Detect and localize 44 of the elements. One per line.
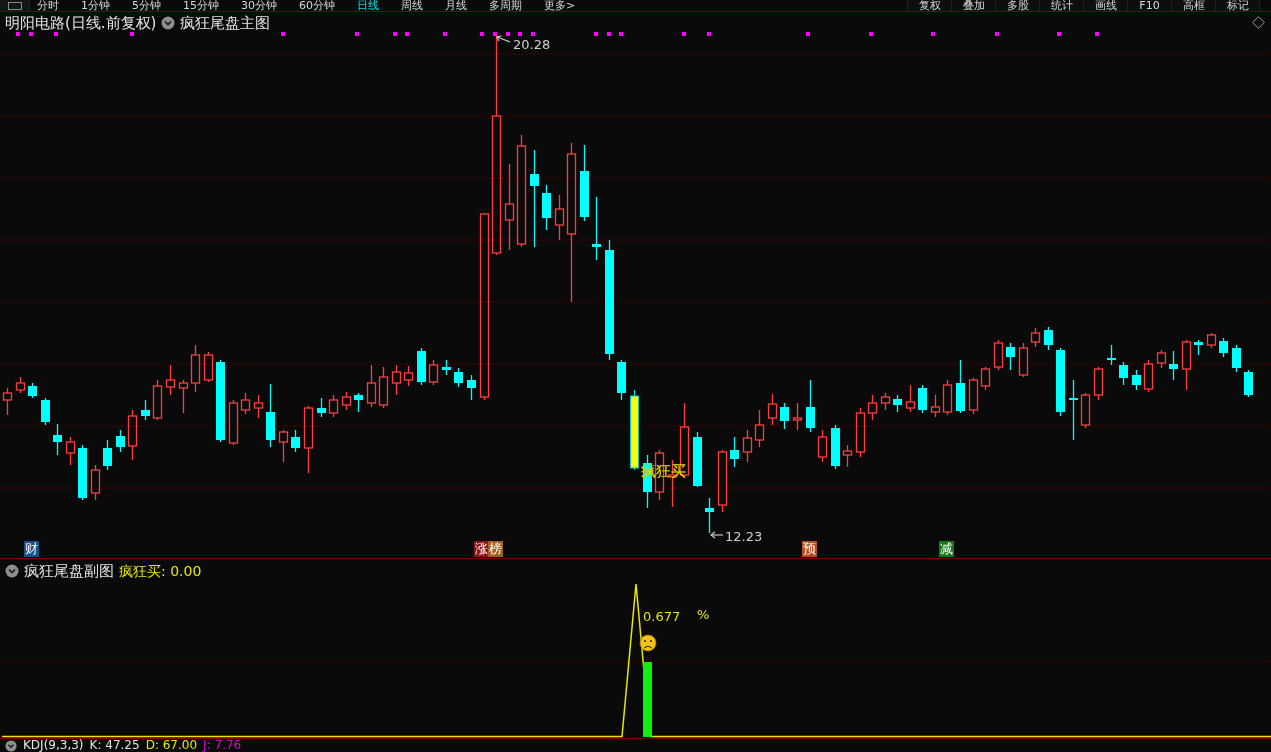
sad-face-icon — [639, 634, 657, 652]
indicator-value: J: 7.76 — [203, 739, 242, 752]
period-tab[interactable]: 15分钟 — [183, 0, 219, 11]
panel-toggle-button[interactable] — [0, 0, 30, 11]
event-tag[interactable]: 榜 — [488, 541, 503, 557]
indicator-value: K: 47.25 — [89, 739, 140, 752]
period-tab[interactable]: 分时 — [37, 0, 59, 11]
toolbar-button[interactable]: 统计 — [1039, 0, 1083, 11]
unit-label: % — [697, 607, 710, 622]
toolbar-button[interactable]: 叠加 — [951, 0, 995, 11]
value-label: 0.677 — [643, 609, 681, 624]
chart-title: 明阳电路(日线.前复权) — [5, 13, 157, 32]
low-price-label: 12.23 — [725, 529, 763, 544]
indicator-value: D: 67.00 — [145, 739, 198, 752]
toolbar-button[interactable]: 高框 — [1171, 0, 1215, 11]
window-icon — [7, 1, 22, 10]
toolbar-button[interactable]: 画线 — [1083, 0, 1127, 11]
period-tab[interactable]: 更多> — [544, 0, 576, 11]
event-tag[interactable]: 减 — [939, 541, 954, 557]
diamond-icon[interactable] — [1252, 16, 1265, 29]
period-tab[interactable]: 60分钟 — [299, 0, 335, 11]
indicator-name: 疯狂尾盘主图 — [180, 13, 271, 32]
period-tab[interactable]: 1分钟 — [81, 0, 110, 11]
leader-arrow — [496, 35, 511, 43]
indicator-reading: 疯狂买: 0.00 — [119, 562, 202, 580]
high-price-label: 20.28 — [513, 37, 551, 52]
event-tag[interactable]: 预 — [802, 541, 817, 557]
event-tag[interactable]: 财 — [24, 541, 39, 557]
toolbar-button[interactable]: 标记 — [1215, 0, 1259, 11]
period-tab[interactable]: 日线 — [357, 0, 379, 11]
toolbar-button[interactable]: 多股 — [995, 0, 1039, 11]
period-tab[interactable]: 30分钟 — [241, 0, 277, 11]
chevron-down-icon[interactable] — [161, 15, 176, 30]
chevron-down-icon[interactable] — [5, 739, 17, 752]
indicator-name: KDJ(9,3,3) — [23, 739, 84, 752]
toolbar-button[interactable]: 复权 — [907, 0, 951, 11]
toolbar-button[interactable]: F10 — [1127, 0, 1171, 11]
chevron-down-icon[interactable] — [5, 564, 19, 578]
period-tab[interactable]: 月线 — [445, 0, 467, 11]
period-tab[interactable]: 周线 — [401, 0, 423, 11]
period-tab[interactable]: 5分钟 — [132, 0, 161, 11]
period-tab[interactable]: 多周期 — [489, 0, 522, 11]
indicator-name: 疯狂尾盘副图 — [24, 562, 114, 580]
leader-arrow — [710, 531, 724, 539]
